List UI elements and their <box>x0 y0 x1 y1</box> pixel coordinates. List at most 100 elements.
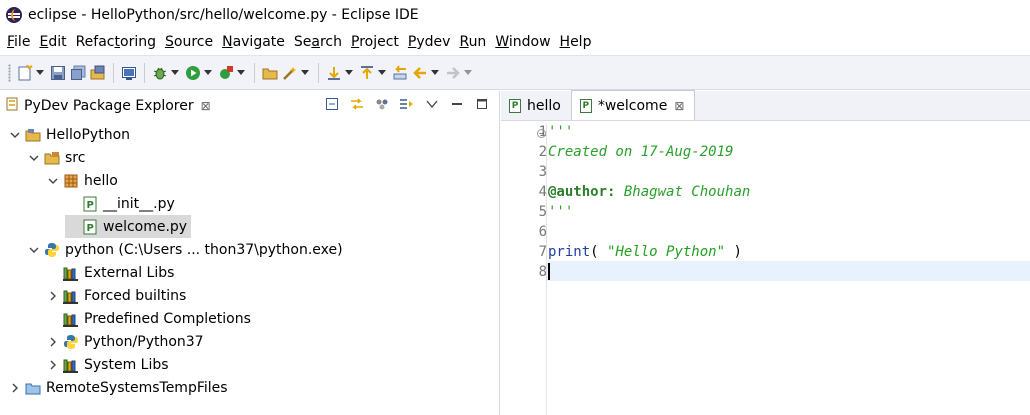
menu-item[interactable]: Edit <box>36 34 72 50</box>
menu-item[interactable]: Run <box>456 34 492 50</box>
tree-item[interactable]: Pwelcome.py <box>65 215 192 238</box>
menu-label-part: un <box>468 34 487 50</box>
external-tools-dropdown[interactable] <box>236 64 246 82</box>
chevron-right-icon[interactable] <box>46 358 60 372</box>
link-with-editor-icon[interactable] <box>349 96 365 112</box>
line-number: 6 <box>538 224 547 240</box>
toolbar-grip[interactable] <box>8 63 11 82</box>
menu-item[interactable]: Source <box>162 34 219 50</box>
chevron-right-icon[interactable] <box>46 289 60 303</box>
back-icon[interactable] <box>411 64 429 82</box>
python-file-icon: P <box>579 98 592 113</box>
menu-label-part: rch <box>319 34 343 50</box>
menu-mnemonic: a <box>311 34 320 50</box>
text-caret <box>548 263 550 280</box>
tree-item[interactable]: System Libs <box>46 353 169 376</box>
svg-text:P: P <box>87 223 94 234</box>
chevron-down-icon[interactable] <box>27 151 41 165</box>
menu-item[interactable]: Refactoring <box>73 34 162 50</box>
menu-item[interactable]: Window <box>492 34 556 50</box>
save-icon[interactable] <box>49 64 67 82</box>
code-line-4[interactable]: @author: Bhagwat Chouhan <box>548 184 750 200</box>
menu-item[interactable]: Pydev <box>405 34 457 50</box>
tree-item[interactable]: Python/Python37 <box>46 330 204 353</box>
tree-item[interactable]: External Libs <box>46 261 174 284</box>
menu-item[interactable]: Project <box>348 34 405 50</box>
fold-toggle-icon[interactable]: − <box>537 129 546 138</box>
library-icon <box>63 265 79 281</box>
tree-item[interactable]: src <box>27 146 85 169</box>
menu-label-part: Se <box>293 34 312 50</box>
menu-item[interactable]: Navigate <box>219 34 291 50</box>
chevron-right-icon[interactable] <box>8 381 22 395</box>
tree-item[interactable]: RemoteSystemsTempFiles <box>8 376 228 399</box>
folder-icon <box>25 380 41 396</box>
save-all-icon[interactable] <box>69 64 87 82</box>
maximize-icon[interactable] <box>474 96 490 112</box>
tree-item[interactable]: hello <box>46 169 118 192</box>
open-paren: ( <box>590 244 608 260</box>
new-dropdown[interactable] <box>35 64 45 82</box>
run-dropdown[interactable] <box>203 64 213 82</box>
next-annotation-dropdown[interactable] <box>344 64 354 82</box>
menu-item[interactable]: Help <box>557 34 598 50</box>
main-toolbar <box>0 55 1030 90</box>
menu-item[interactable]: Search <box>291 34 348 50</box>
back-dropdown[interactable] <box>430 64 440 82</box>
tree-item[interactable]: HelloPython <box>8 123 130 146</box>
last-edit-icon[interactable] <box>391 64 409 82</box>
view-menu-icon[interactable] <box>424 96 440 112</box>
minimize-icon[interactable] <box>449 96 465 112</box>
tree-item[interactable]: P __init__.py <box>65 192 175 215</box>
tab-welcome[interactable]: P *welcome ⊠ <box>570 90 696 120</box>
new-icon[interactable] <box>16 64 34 82</box>
line-number: 7 <box>538 244 547 260</box>
tree-item-label: hello <box>84 172 118 189</box>
line-number-gutter: 1 2 3 4 5 6 7 8 <box>511 124 547 415</box>
next-annotation-icon[interactable] <box>325 64 343 82</box>
previous-annotation-icon[interactable] <box>358 64 376 82</box>
debug-icon[interactable] <box>151 64 169 82</box>
debug-dropdown[interactable] <box>170 64 180 82</box>
explorer-view-actions <box>324 96 490 112</box>
close-icon[interactable]: ⊠ <box>674 99 684 113</box>
tab-hello[interactable]: P hello <box>501 91 571 120</box>
author-name: Bhagwat Chouhan <box>615 184 751 200</box>
close-icon[interactable]: ⊠ <box>201 99 211 113</box>
wand-dropdown[interactable] <box>300 64 310 82</box>
python-interpreter-icon <box>63 334 79 350</box>
toolbar-separator <box>318 62 319 83</box>
python-file-icon: P <box>82 219 98 235</box>
open-type-icon[interactable] <box>89 64 107 82</box>
code-line-5[interactable]: ''' <box>548 204 573 220</box>
menu-bar: File Edit Refactoring Source Navigate Search P… <box>0 30 1030 54</box>
forward-icon[interactable] <box>444 64 462 82</box>
svg-text:P: P <box>87 200 94 211</box>
chevron-down-icon[interactable] <box>46 174 60 188</box>
tree-item[interactable]: Predefined Completions <box>46 307 251 330</box>
menu-item[interactable]: File <box>4 34 36 50</box>
previous-annotation-dropdown[interactable] <box>377 64 387 82</box>
chevron-down-icon[interactable] <box>8 128 22 142</box>
focus-icon[interactable] <box>399 96 415 112</box>
console-icon[interactable] <box>120 64 138 82</box>
open-folder-icon[interactable] <box>261 64 279 82</box>
menu-label-part: dit <box>48 34 67 50</box>
code-line-7[interactable]: print( "Hello Python" ) <box>548 244 742 260</box>
toolbar-separator <box>144 62 145 83</box>
code-line-1[interactable]: ''' <box>548 124 573 140</box>
chevron-down-icon[interactable] <box>27 243 41 257</box>
collapse-all-icon[interactable] <box>324 96 340 112</box>
forward-dropdown[interactable] <box>463 64 473 82</box>
library-icon <box>63 311 79 327</box>
tree-item[interactable]: Forced builtins <box>46 284 186 307</box>
run-icon[interactable] <box>184 64 202 82</box>
python-interpreter-icon <box>44 242 60 258</box>
tab-pydev-package-explorer[interactable]: PyDev Package Explorer ⊠ <box>0 91 217 121</box>
code-line-2[interactable]: Created on 17-Aug-2019 <box>548 144 733 160</box>
filters-icon[interactable] <box>374 96 390 112</box>
tree-item[interactable]: python (C:\Users ... thon37\python.exe) <box>27 238 343 261</box>
wand-icon[interactable] <box>281 64 299 82</box>
external-tools-icon[interactable] <box>217 64 235 82</box>
chevron-right-icon[interactable] <box>46 335 60 349</box>
